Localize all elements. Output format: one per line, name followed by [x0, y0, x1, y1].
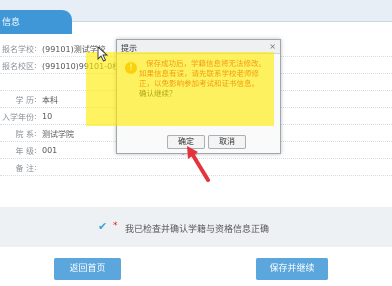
message-line-1: 保存成功后，学籍信息将无法修改。 [146, 59, 266, 68]
dialog-message: 保存成功后，学籍信息将无法修改。 如果信息有误，请先联系学校老师修正，以免影响参… [139, 59, 273, 99]
pointer-arrow-icon [187, 146, 210, 182]
field-label: 报名校区 [2, 62, 34, 71]
field-value: 本科 [42, 96, 58, 105]
save-continue-button[interactable]: 保存并继续 [256, 258, 328, 280]
confirm-text[interactable]: 我已检查并确认学籍与资格信息正确 [125, 222, 269, 235]
field-value: (991010)99101-0校 [42, 62, 121, 71]
back-home-button[interactable]: 返回首页 [54, 258, 121, 280]
field-value: 001 [42, 146, 58, 155]
required-mark: * [113, 221, 118, 231]
check-icon[interactable]: ✔ [98, 220, 107, 233]
message-line-3: 确认继续？ [139, 89, 177, 98]
warning-icon: ! [125, 62, 137, 74]
field-label: 报名学校 [2, 45, 34, 54]
field-label: 院 系 [15, 130, 34, 139]
message-line-2: 如果信息有误，请先联系学校老师修正，以免影响参加考试和证书信息。 [139, 69, 259, 88]
mouse-cursor-icon [97, 46, 109, 62]
dialog-titlebar: 提示 × [117, 40, 280, 54]
close-icon[interactable]: × [269, 42, 276, 51]
field-label: 备 注 [15, 164, 34, 173]
section-tab-label: 信息 [2, 18, 21, 28]
field-label: 学 历 [15, 96, 34, 105]
confirm-band: ✔ * 我已检查并确认学籍与资格信息正确 [0, 207, 392, 247]
field-value: 10 [42, 112, 53, 121]
field-label: 入学年份 [2, 113, 34, 122]
confirm-dialog: 提示 × ! 保存成功后，学籍信息将无法修改。 如果信息有误，请先联系学校老师修… [116, 39, 281, 154]
dialog-title: 提示 [121, 44, 137, 53]
field-value: 测试学院 [42, 130, 74, 139]
field-label: 年 级 [15, 147, 34, 156]
section-tab: 信息 [0, 10, 72, 34]
